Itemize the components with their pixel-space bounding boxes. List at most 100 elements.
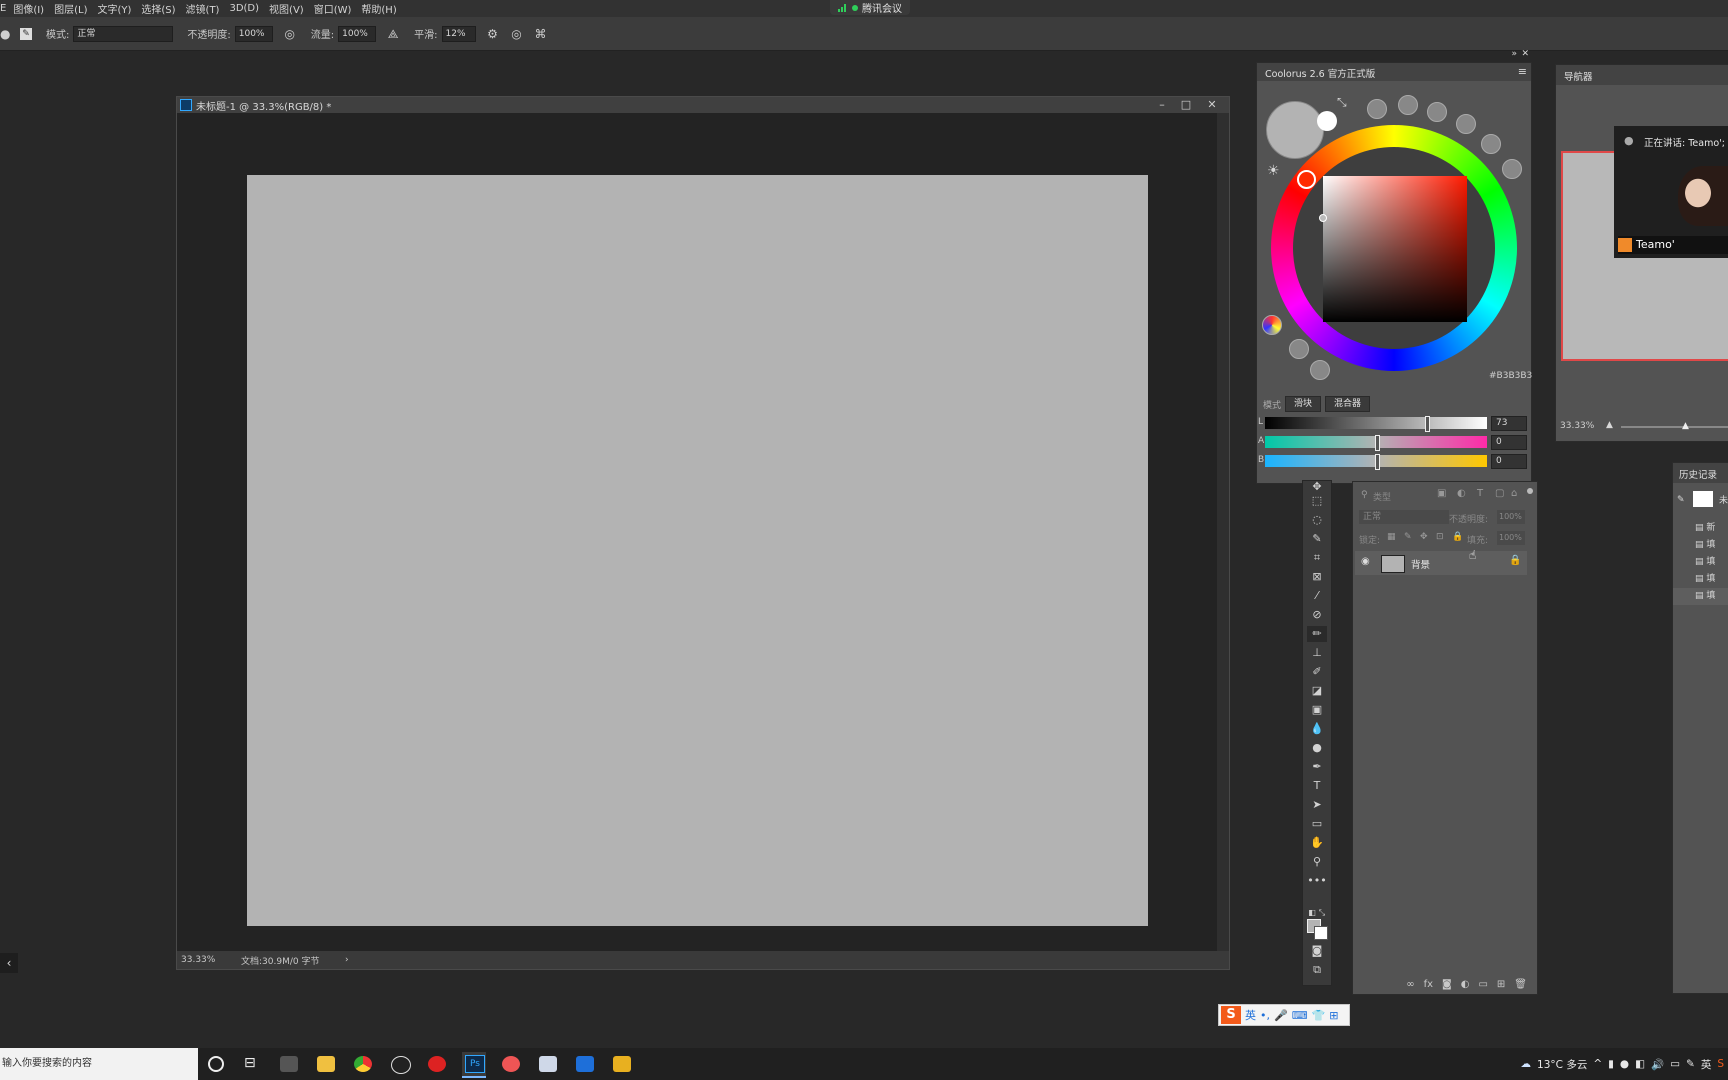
hex-value[interactable]: #B3B3B3 — [1489, 371, 1532, 381]
navigator-zoom-slider[interactable] — [1621, 426, 1728, 428]
gamut-preset-6-icon[interactable] — [1502, 159, 1522, 179]
gamut-preset-2-icon[interactable] — [1398, 95, 1418, 115]
frame-tool-icon[interactable]: ⊠ — [1307, 569, 1327, 585]
tab-slider[interactable]: 滑块 — [1285, 396, 1322, 412]
swap-colors-icon[interactable]: ⤡ — [1337, 95, 1347, 110]
game-app-icon[interactable] — [502, 1056, 520, 1072]
coolorus-header[interactable]: Coolorus 2.6 官方正式版 ≡ — [1257, 63, 1531, 81]
eye-icon[interactable]: ◉ — [1361, 556, 1370, 567]
menu-select[interactable]: 选择(S) — [136, 1, 180, 16]
collapse-icon[interactable]: » — [1511, 49, 1517, 59]
marquee-tool-icon[interactable]: ⬚ — [1307, 493, 1327, 509]
symmetry-icon[interactable]: ⌘ — [534, 27, 548, 41]
tray-mic-icon[interactable]: ▮ — [1608, 1058, 1614, 1070]
slider-a-thumb[interactable] — [1375, 435, 1380, 451]
app-cube-icon[interactable] — [280, 1056, 298, 1072]
saturation-value-marker[interactable] — [1319, 214, 1327, 222]
lock-pixels-icon[interactable]: ▦ — [1387, 532, 1396, 542]
menu-layer[interactable]: 图层(L) — [49, 1, 92, 16]
canvas-area[interactable] — [177, 113, 1217, 951]
lasso-tool-icon[interactable]: ◌ — [1307, 512, 1327, 528]
weather-text[interactable]: 13°C 多云 — [1537, 1057, 1587, 1072]
flow-field[interactable]: 100% — [338, 25, 377, 42]
layer-search-icon[interactable]: ⚲ — [1361, 490, 1368, 500]
chrome-icon[interactable] — [354, 1056, 372, 1072]
ime-language[interactable]: 英 — [1245, 1007, 1256, 1023]
background-color-chip[interactable] — [1314, 926, 1328, 940]
brush-tool-icon[interactable]: ✏ — [1307, 626, 1327, 642]
menu-view[interactable]: 视图(V) — [264, 1, 309, 16]
rectangle-tool-icon[interactable]: ▭ — [1307, 816, 1327, 832]
menu-filter[interactable]: 滤镜(T) — [181, 1, 225, 16]
link-layers-icon[interactable]: ∞ — [1406, 979, 1414, 990]
saturation-value-square[interactable] — [1323, 176, 1467, 322]
background-color-swatch[interactable] — [1317, 111, 1337, 131]
triangle-mode-icon[interactable] — [1289, 339, 1309, 359]
netease-music-icon[interactable] — [428, 1056, 446, 1072]
document-titlebar[interactable]: 未标题-1 @ 33.3%(RGB/8) * – □ ✕ — [177, 97, 1229, 113]
filter-toggle[interactable] — [1527, 488, 1533, 494]
smooth-field[interactable]: 12% — [441, 25, 476, 42]
gradient-tool-icon[interactable]: ▣ — [1307, 702, 1327, 718]
navigator-slider-thumb[interactable]: ▲ — [1682, 421, 1689, 431]
tray-qq-icon[interactable]: ● — [1620, 1058, 1629, 1070]
history-snapshot-thumb[interactable] — [1693, 491, 1713, 507]
file-explorer-icon[interactable] — [317, 1056, 335, 1072]
punctuation-icon[interactable]: •, — [1260, 1009, 1270, 1022]
history-row[interactable]: ▤ 填 — [1673, 554, 1728, 571]
healing-brush-tool-icon[interactable]: ⊘ — [1307, 607, 1327, 623]
task-view-icon[interactable]: ⊟ — [244, 1055, 256, 1071]
tray-app-icon[interactable]: ◧ — [1635, 1058, 1645, 1070]
crop-tool-icon[interactable]: ⌗ — [1307, 550, 1327, 566]
close-icon[interactable]: ✕ — [1201, 97, 1223, 113]
chevron-left-icon[interactable]: ‹ — [0, 953, 18, 973]
menu-help[interactable]: 帮助(H) — [356, 1, 401, 16]
slider-a[interactable]: A 0 — [1257, 434, 1531, 451]
foreground-color-swatch[interactable] — [1266, 101, 1324, 159]
quick-select-tool-icon[interactable]: ✎ — [1307, 531, 1327, 547]
filter-adjust-icon[interactable]: ◐ — [1457, 488, 1466, 499]
adjustment-layer-icon[interactable]: ◐ — [1461, 979, 1470, 990]
maximize-icon[interactable]: □ — [1175, 97, 1197, 113]
slider-l[interactable]: L 73 — [1257, 415, 1531, 432]
menu-window[interactable]: 窗口(W) — [309, 1, 357, 16]
fill-field[interactable]: 100% — [1497, 531, 1525, 545]
layer-style-icon[interactable]: fx — [1424, 979, 1433, 990]
new-group-icon[interactable]: ▭ — [1478, 979, 1487, 990]
more-tools-icon[interactable]: ••• — [1307, 873, 1327, 889]
gamut-preset-4-icon[interactable] — [1456, 114, 1476, 134]
lock-all-icon[interactable]: 🔒 — [1452, 532, 1463, 542]
voice-icon[interactable]: 🎤 — [1274, 1009, 1288, 1022]
menu-edge[interactable]: E — [0, 3, 8, 14]
filter-pixel-icon[interactable]: ▣ — [1437, 488, 1446, 499]
blend-mode-select[interactable]: 正常 — [1359, 510, 1449, 524]
slider-l-value[interactable]: 73 — [1491, 416, 1527, 431]
delete-layer-icon[interactable]: 🗑 — [1514, 979, 1527, 990]
keyboard-icon[interactable]: ⌨ — [1292, 1009, 1308, 1022]
lock-artboard-icon[interactable]: ⊡ — [1436, 532, 1444, 542]
slider-l-thumb[interactable] — [1425, 416, 1430, 432]
clone-stamp-tool-icon[interactable]: ⊥ — [1307, 645, 1327, 661]
menu-type[interactable]: 文字(Y) — [92, 1, 136, 16]
play-icon[interactable] — [1310, 360, 1330, 380]
airbrush-icon[interactable]: ⟁ — [386, 27, 400, 41]
lock-position-icon[interactable]: ✥ — [1420, 532, 1428, 542]
eraser-tool-icon[interactable]: ◪ — [1307, 683, 1327, 699]
zoom-tool-icon[interactable]: ⚲ — [1307, 854, 1327, 870]
slider-b[interactable]: B 0 — [1257, 453, 1531, 470]
layer-row[interactable]: ◉ 背景 🔒 — [1355, 551, 1527, 575]
brush-panel-toggle-icon[interactable]: ✎ — [20, 27, 32, 40]
lock-paint-icon[interactable]: ✎ — [1404, 532, 1412, 542]
history-row[interactable]: ▤ 填 — [1673, 588, 1728, 605]
gamut-preset-3-icon[interactable] — [1427, 102, 1447, 122]
painting-app-icon[interactable] — [613, 1056, 631, 1072]
menu-image[interactable]: 图像(I) — [8, 1, 49, 16]
layer-name[interactable]: 背景 — [1411, 557, 1430, 571]
color-harmony-icon[interactable] — [1262, 315, 1282, 335]
document-app-icon[interactable] — [539, 1056, 557, 1072]
slider-b-value[interactable]: 0 — [1491, 454, 1527, 469]
video-overlay[interactable]: ● 正在讲话: Teamo'; Teamo' — [1614, 126, 1728, 258]
tray-sogou-icon[interactable]: S — [1717, 1058, 1724, 1070]
pressure-size-icon[interactable]: ◎ — [510, 27, 524, 41]
chevron-right-icon[interactable]: › — [345, 955, 349, 965]
